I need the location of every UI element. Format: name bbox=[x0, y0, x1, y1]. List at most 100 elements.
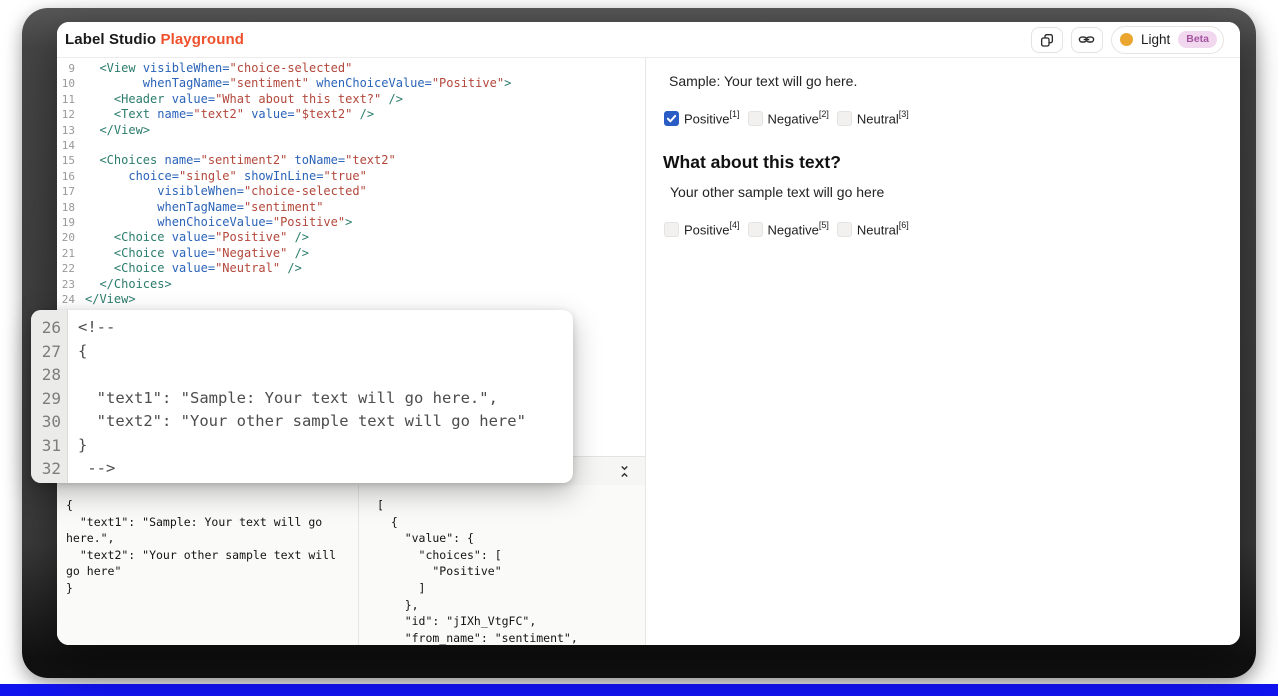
editor-line: 15 <Choices name="sentiment2" toName="te… bbox=[57, 153, 645, 168]
output-json-code: [ { "value": { "choices": [ "Positive" ]… bbox=[377, 497, 645, 645]
line-number: 14 bbox=[57, 138, 75, 153]
line-number: 9 bbox=[57, 61, 75, 76]
line-number: 23 bbox=[57, 277, 75, 292]
choice-label: Positive[1] bbox=[684, 110, 740, 126]
editor-line: 13 </View> bbox=[57, 123, 645, 138]
checkbox-unchecked[interactable] bbox=[837, 111, 852, 126]
line-number: 19 bbox=[57, 215, 75, 230]
editor-magnifier-overlay[interactable]: 26272829303132 <!-- { "text1": "Sample: … bbox=[31, 310, 573, 483]
line-code: whenTagName="sentiment" whenChoiceValue=… bbox=[75, 76, 511, 91]
line-code: </Choices> bbox=[75, 277, 172, 292]
checkbox-unchecked[interactable] bbox=[837, 222, 852, 237]
editor-line: 22 <Choice value="Neutral" /> bbox=[57, 261, 645, 276]
editor-line: 12 <Text name="text2" value="$text2" /> bbox=[57, 107, 645, 122]
line-code: <View visibleWhen="choice-selected" bbox=[75, 61, 352, 76]
sample-text-2: Your other sample text will go here bbox=[670, 184, 1220, 200]
output-json-panel[interactable]: [ { "value": { "choices": [ "Positive" ]… bbox=[359, 485, 645, 645]
editor-line: 24</View> bbox=[57, 292, 645, 307]
collapse-icon bbox=[619, 465, 630, 478]
magnifier-line-number: 30 bbox=[31, 410, 67, 434]
choice-checkbox-negative[interactable]: Negative[2] bbox=[748, 110, 829, 126]
copy-icon bbox=[1039, 32, 1055, 48]
editor-line: 17 visibleWhen="choice-selected" bbox=[57, 184, 645, 199]
editor-line: 21 <Choice value="Negative" /> bbox=[57, 246, 645, 261]
choice-label: Neutral[3] bbox=[857, 110, 909, 126]
magnifier-line-number: 27 bbox=[31, 340, 67, 364]
choices-row-2: Positive[4] Negative[5] Neutral[6] bbox=[664, 221, 1220, 237]
line-code: whenTagName="sentiment" bbox=[75, 200, 323, 215]
magnifier-line-number: 32 bbox=[31, 457, 67, 481]
choice-hotkey: [2] bbox=[819, 109, 829, 119]
checkbox-unchecked[interactable] bbox=[748, 222, 763, 237]
question-header: What about this text? bbox=[663, 152, 1220, 173]
beta-badge: Beta bbox=[1178, 31, 1217, 48]
line-code: visibleWhen="choice-selected" bbox=[75, 184, 367, 199]
line-number: 13 bbox=[57, 123, 75, 138]
line-code: <Choice value="Negative" /> bbox=[75, 246, 309, 261]
choice-hotkey: [1] bbox=[730, 109, 740, 119]
taskbar-strip bbox=[0, 684, 1278, 696]
theme-dot-icon bbox=[1120, 33, 1133, 46]
choice-hotkey: [5] bbox=[819, 220, 829, 230]
magnifier-code: <!-- { "text1": "Sample: Your text will … bbox=[68, 310, 526, 483]
magnifier-line-number: 29 bbox=[31, 387, 67, 411]
app-title: Label Studio Playground bbox=[65, 31, 244, 48]
choice-checkbox-positive[interactable]: Positive[4] bbox=[664, 221, 740, 237]
screen: Label Studio Playground bbox=[0, 0, 1278, 696]
editor-line: 23 </Choices> bbox=[57, 277, 645, 292]
line-code: <Choices name="sentiment2" toName="text2… bbox=[75, 153, 396, 168]
choice-label: Negative[2] bbox=[768, 110, 829, 126]
line-number: 21 bbox=[57, 246, 75, 261]
app-title-accent: Playground bbox=[160, 31, 244, 48]
line-code: choice="single" showInLine="true" bbox=[75, 169, 367, 184]
preview-panel: Sample: Your text will go here. Positive… bbox=[646, 58, 1240, 645]
line-code: whenChoiceValue="Positive"> bbox=[75, 215, 352, 230]
line-number: 15 bbox=[57, 153, 75, 168]
sample-text-1: Sample: Your text will go here. bbox=[669, 73, 1220, 89]
magnifier-gutter: 26272829303132 bbox=[31, 310, 68, 483]
share-link-button[interactable] bbox=[1071, 27, 1103, 53]
line-number: 18 bbox=[57, 200, 75, 215]
panels-body: { "text1": "Sample: Your text will go he… bbox=[57, 485, 645, 645]
line-number: 24 bbox=[57, 292, 75, 307]
magnifier-line-number: 26 bbox=[31, 316, 67, 340]
line-code: </View> bbox=[75, 123, 150, 138]
theme-toggle[interactable]: Light Beta bbox=[1111, 26, 1224, 54]
titlebar-actions: Light Beta bbox=[1031, 26, 1224, 54]
line-number: 10 bbox=[57, 76, 75, 91]
collapse-panel-button[interactable] bbox=[615, 462, 633, 480]
titlebar: Label Studio Playground bbox=[57, 22, 1240, 58]
checkbox-unchecked[interactable] bbox=[748, 111, 763, 126]
choice-hotkey: [4] bbox=[730, 220, 740, 230]
line-code: <Header value="What about this text?" /> bbox=[75, 92, 403, 107]
editor-line: 11 <Header value="What about this text?"… bbox=[57, 92, 645, 107]
link-icon bbox=[1078, 31, 1095, 48]
choice-checkbox-negative[interactable]: Negative[5] bbox=[748, 221, 829, 237]
line-number: 20 bbox=[57, 230, 75, 245]
checkbox-unchecked[interactable] bbox=[664, 222, 679, 237]
editor-line: 20 <Choice value="Positive" /> bbox=[57, 230, 645, 245]
theme-label: Light bbox=[1141, 32, 1170, 47]
line-code: <Text name="text2" value="$text2" /> bbox=[75, 107, 374, 122]
magnifier-line-number: 31 bbox=[31, 434, 67, 458]
line-code: <Choice value="Positive" /> bbox=[75, 230, 309, 245]
input-json-panel[interactable]: { "text1": "Sample: Your text will go he… bbox=[57, 485, 359, 645]
line-number: 17 bbox=[57, 184, 75, 199]
app-title-text: Label Studio bbox=[65, 31, 160, 48]
choice-label: Negative[5] bbox=[768, 221, 829, 237]
choice-checkbox-neutral[interactable]: Neutral[3] bbox=[837, 110, 909, 126]
editor-line: 14 bbox=[57, 138, 645, 153]
line-number: 11 bbox=[57, 92, 75, 107]
line-number: 22 bbox=[57, 261, 75, 276]
choice-label: Neutral[6] bbox=[857, 221, 909, 237]
choice-hotkey: [6] bbox=[899, 220, 909, 230]
line-number: 12 bbox=[57, 107, 75, 122]
copy-button[interactable] bbox=[1031, 27, 1063, 53]
choice-checkbox-neutral[interactable]: Neutral[6] bbox=[837, 221, 909, 237]
editor-line: 16 choice="single" showInLine="true" bbox=[57, 169, 645, 184]
checkbox-checked[interactable] bbox=[664, 111, 679, 126]
input-json-code: { "text1": "Sample: Your text will go he… bbox=[66, 497, 354, 597]
line-number: 16 bbox=[57, 169, 75, 184]
line-code: <Choice value="Neutral" /> bbox=[75, 261, 302, 276]
choice-checkbox-positive[interactable]: Positive[1] bbox=[664, 110, 740, 126]
